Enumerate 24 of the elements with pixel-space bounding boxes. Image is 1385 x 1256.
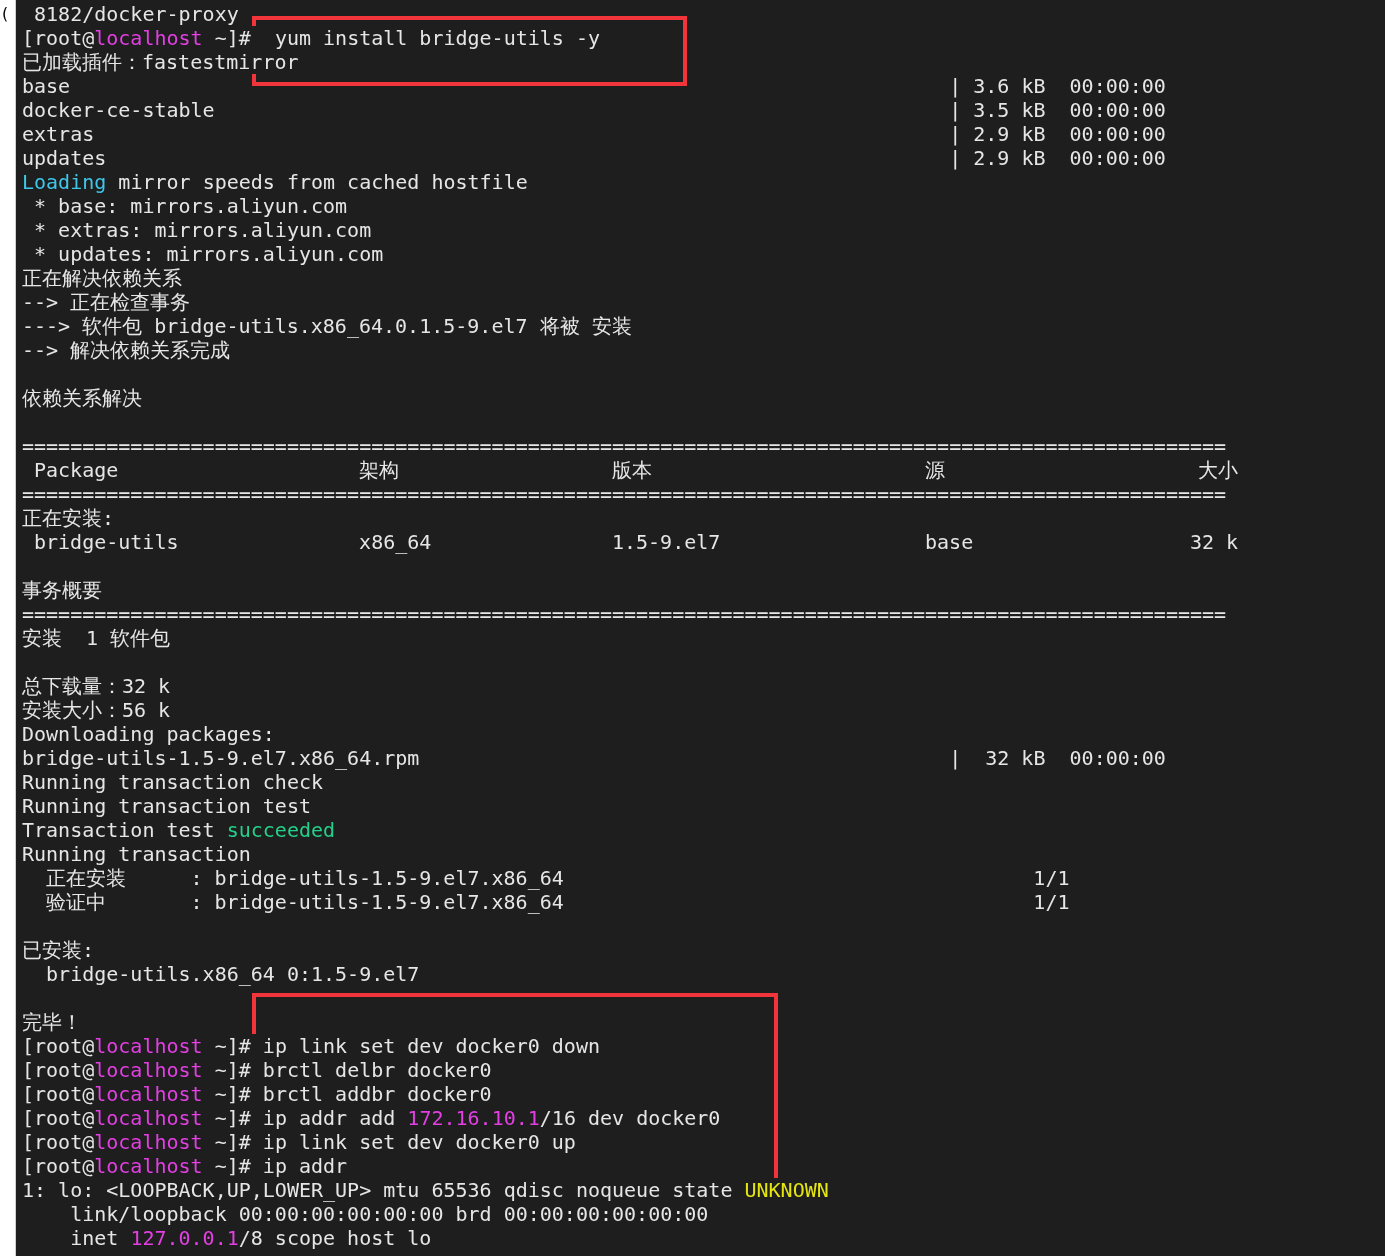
table-cell: 架构 (359, 458, 400, 482)
table-cell: 大小 (1198, 458, 1239, 482)
output-text: ---> 软件包 bridge-utils.x86_64.0.1.5-9.el7 将被 安装 (22, 314, 632, 338)
table-cell: 源 (925, 458, 945, 482)
output-text: ip link set dev docker0 up (250, 1130, 576, 1154)
bracket-text: ( (0, 3, 11, 25)
output-text: --> 解决依赖关系完成 (22, 338, 231, 362)
output-text: 已加载插件：fastestmirror (22, 50, 299, 74)
output-text: 依赖关系解决 (22, 386, 142, 410)
output-text: ip link set dev docker0 down (250, 1034, 600, 1058)
output-text: 1: lo: <LOOPBACK,UP,LOWER_UP> mtu 65536 qdisc noqueue state (22, 1178, 745, 1202)
step-label: 验证中 (46, 890, 106, 914)
output-text: 总下载量：32 k (22, 674, 171, 698)
output-text: brctl delbr docker0 (250, 1058, 492, 1082)
table-cell: 版本 (611, 458, 652, 482)
output-text: ip addr (250, 1154, 348, 1178)
output-text: 正在解决依赖关系 (22, 266, 182, 290)
output-text: 安装大小：56 k (22, 698, 171, 722)
output-text: yum install bridge-utils -y (250, 26, 600, 50)
output-text: 事务概要 (22, 578, 102, 602)
output-text: brctl addbr docker0 (250, 1082, 492, 1106)
output-text: 安装 1 软件包 (22, 626, 171, 650)
output-text: --> 正在检查事务 (22, 290, 191, 314)
step-label: 正在安装 (46, 866, 126, 890)
